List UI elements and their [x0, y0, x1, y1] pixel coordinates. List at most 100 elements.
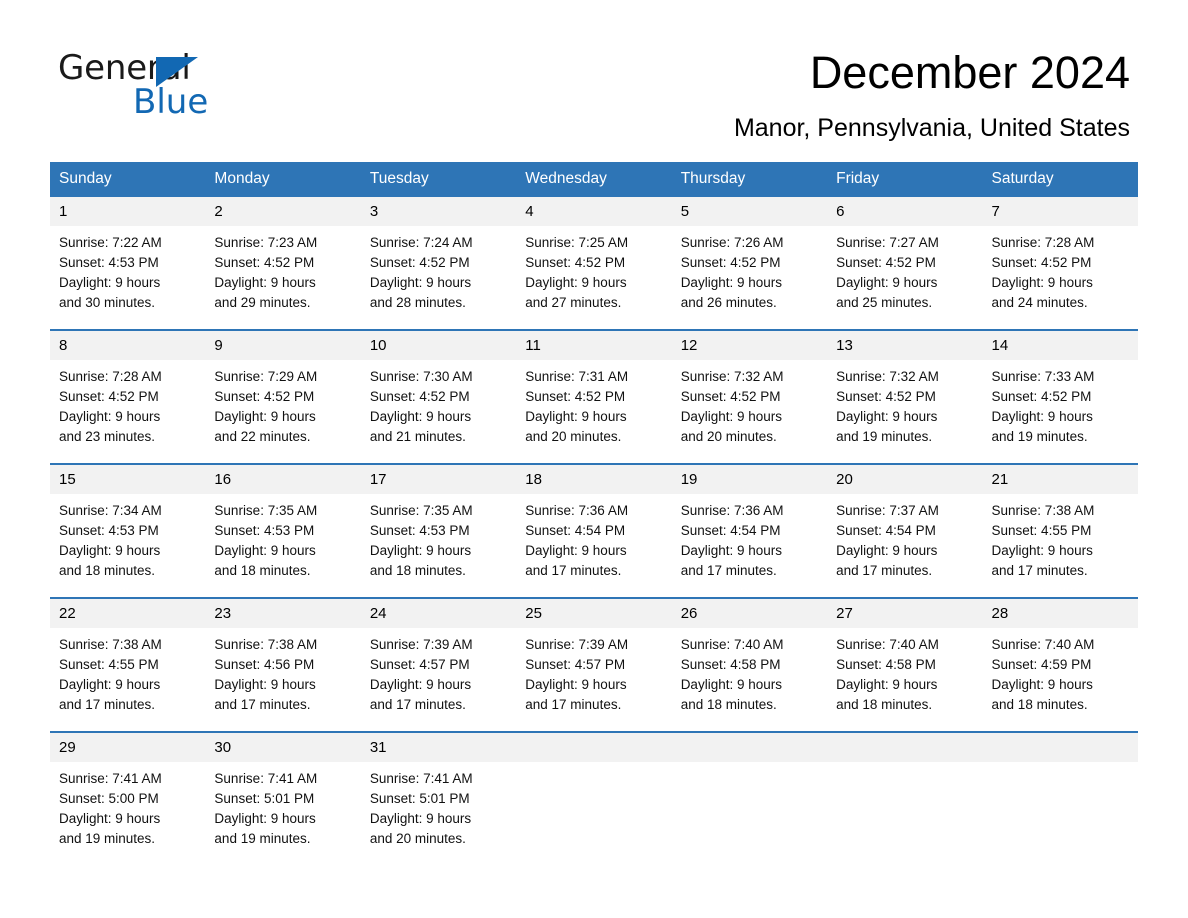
day-number[interactable]: 11 — [516, 328, 672, 360]
day-cell[interactable]: Sunrise: 7:28 AM Sunset: 4:52 PM Dayligh… — [50, 359, 206, 464]
sunrise-text: Sunrise: 7:41 AM — [369, 770, 473, 786]
day-cell[interactable]: Sunrise: 7:27 AM Sunset: 4:52 PM Dayligh… — [827, 225, 983, 330]
day-cell[interactable]: Sunrise: 7:25 AM Sunset: 4:52 PM Dayligh… — [516, 225, 672, 330]
day-cell[interactable]: Sunrise: 7:30 AM Sunset: 4:52 PM Dayligh… — [360, 359, 517, 464]
daylight-text-line2: and 19 minutes. — [991, 428, 1088, 444]
day-number[interactable]: 23 — [205, 596, 361, 628]
day-cell[interactable]: Sunrise: 7:31 AM Sunset: 4:52 PM Dayligh… — [516, 359, 672, 464]
location-subtitle: Manor, Pennsylvania, United States — [733, 113, 1130, 142]
sunrise-text: Sunrise: 7:37 AM — [836, 502, 939, 518]
daylight-text-line1: Daylight: 9 hours — [369, 274, 472, 290]
day-cell[interactable]: Sunrise: 7:38 AM Sunset: 4:56 PM Dayligh… — [205, 627, 361, 732]
day-number[interactable]: 25 — [516, 596, 672, 628]
day-cell[interactable]: Sunrise: 7:35 AM Sunset: 4:53 PM Dayligh… — [205, 493, 361, 598]
day-cell[interactable]: Sunrise: 7:35 AM Sunset: 4:53 PM Dayligh… — [360, 493, 517, 598]
day-number[interactable]: 21 — [982, 462, 1138, 494]
day-cell[interactable]: Sunrise: 7:41 AM Sunset: 5:00 PM Dayligh… — [50, 761, 206, 865]
sunrise-text: Sunrise: 7:28 AM — [59, 368, 162, 384]
calendar-table: Sunday Monday Tuesday Wednesday Thursday… — [50, 161, 1138, 865]
day-number[interactable]: 6 — [827, 196, 983, 226]
day-cell[interactable]: Sunrise: 7:26 AM Sunset: 4:52 PM Dayligh… — [671, 225, 828, 330]
day-number[interactable]: 26 — [671, 596, 828, 628]
day-cell[interactable]: Sunrise: 7:39 AM Sunset: 4:57 PM Dayligh… — [516, 627, 672, 732]
day-cell[interactable]: Sunrise: 7:38 AM Sunset: 4:55 PM Dayligh… — [50, 627, 206, 732]
day-number[interactable]: 14 — [982, 328, 1138, 360]
day-cell[interactable]: Sunrise: 7:39 AM Sunset: 4:57 PM Dayligh… — [360, 627, 517, 732]
daylight-text-line1: Daylight: 9 hours — [680, 274, 782, 290]
day-number[interactable]: 10 — [360, 328, 517, 360]
sunset-text: Sunset: 4:52 PM — [991, 254, 1092, 270]
title-block: December 2024 Manor, Pennsylvania, Unite… — [734, 46, 1130, 143]
day-number[interactable]: 24 — [360, 596, 517, 628]
day-number[interactable]: 17 — [360, 462, 517, 494]
day-cell[interactable]: Sunrise: 7:23 AM Sunset: 4:52 PM Dayligh… — [205, 225, 361, 330]
day-cell[interactable]: Sunrise: 7:34 AM Sunset: 4:53 PM Dayligh… — [50, 493, 206, 598]
week-info-row: Sunrise: 7:22 AM Sunset: 4:53 PM Dayligh… — [50, 225, 1138, 330]
day-number[interactable]: 13 — [827, 328, 983, 360]
day-cell[interactable]: Sunrise: 7:29 AM Sunset: 4:52 PM Dayligh… — [205, 359, 361, 464]
daylight-text-line2: and 19 minutes. — [59, 830, 156, 846]
week-info-row: Sunrise: 7:28 AM Sunset: 4:52 PM Dayligh… — [50, 359, 1138, 464]
sunset-text: Sunset: 4:52 PM — [836, 388, 936, 404]
day-number[interactable]: 7 — [982, 196, 1138, 226]
day-cell[interactable]: Sunrise: 7:36 AM Sunset: 4:54 PM Dayligh… — [516, 493, 672, 598]
day-cell[interactable]: Sunrise: 7:40 AM Sunset: 4:58 PM Dayligh… — [671, 627, 828, 732]
sunrise-text: Sunrise: 7:35 AM — [214, 502, 318, 518]
day-number[interactable]: 20 — [827, 462, 983, 494]
sunset-text: Sunset: 4:53 PM — [369, 522, 470, 538]
day-number[interactable]: 27 — [827, 596, 983, 628]
sunrise-text: Sunrise: 7:29 AM — [214, 368, 318, 384]
day-cell[interactable]: Sunrise: 7:38 AM Sunset: 4:55 PM Dayligh… — [982, 493, 1138, 598]
week-info-row: Sunrise: 7:38 AM Sunset: 4:55 PM Dayligh… — [50, 627, 1138, 732]
daylight-text-line1: Daylight: 9 hours — [991, 676, 1093, 692]
day-number[interactable]: 29 — [50, 730, 206, 762]
sunset-text: Sunset: 5:01 PM — [214, 790, 315, 806]
sunset-text: Sunset: 4:52 PM — [369, 388, 470, 404]
day-number[interactable]: 30 — [205, 730, 361, 762]
day-number[interactable]: 16 — [205, 462, 361, 494]
day-cell[interactable]: Sunrise: 7:22 AM Sunset: 4:53 PM Dayligh… — [50, 225, 206, 330]
day-number[interactable]: 1 — [50, 196, 206, 226]
sunrise-text: Sunrise: 7:41 AM — [214, 770, 318, 786]
day-cell[interactable]: Sunrise: 7:40 AM Sunset: 4:59 PM Dayligh… — [982, 627, 1138, 732]
sunset-text: Sunset: 4:59 PM — [991, 656, 1092, 672]
day-cell[interactable]: Sunrise: 7:37 AM Sunset: 4:54 PM Dayligh… — [827, 493, 983, 598]
day-number[interactable]: 5 — [671, 196, 828, 226]
day-cell[interactable]: Sunrise: 7:32 AM Sunset: 4:52 PM Dayligh… — [827, 359, 983, 464]
daylight-text-line2: and 24 minutes. — [991, 294, 1088, 310]
sunset-text: Sunset: 4:52 PM — [680, 388, 781, 404]
day-cell[interactable]: Sunrise: 7:41 AM Sunset: 5:01 PM Dayligh… — [360, 761, 517, 865]
day-number[interactable]: 18 — [516, 462, 672, 494]
day-cell[interactable]: Sunrise: 7:33 AM Sunset: 4:52 PM Dayligh… — [982, 359, 1138, 464]
sunset-text: Sunset: 4:55 PM — [991, 522, 1092, 538]
day-number[interactable]: 22 — [50, 596, 206, 628]
sunrise-text: Sunrise: 7:26 AM — [680, 234, 784, 250]
sunrise-text: Sunrise: 7:27 AM — [836, 234, 939, 250]
sunrise-text: Sunrise: 7:36 AM — [680, 502, 784, 518]
day-cell[interactable]: Sunrise: 7:28 AM Sunset: 4:52 PM Dayligh… — [982, 225, 1138, 330]
weekday-header-saturday: Saturday — [982, 161, 1138, 197]
day-cell[interactable]: Sunrise: 7:41 AM Sunset: 5:01 PM Dayligh… — [205, 761, 361, 865]
day-number[interactable]: 9 — [205, 328, 361, 360]
day-number[interactable]: 4 — [516, 196, 672, 226]
day-cell[interactable]: Sunrise: 7:32 AM Sunset: 4:52 PM Dayligh… — [671, 359, 828, 464]
day-number[interactable]: 2 — [205, 196, 361, 226]
sunset-text: Sunset: 4:52 PM — [836, 254, 936, 270]
week-daynum-row: 8 9 10 11 12 13 14 — [50, 328, 1138, 360]
daylight-text-line1: Daylight: 9 hours — [525, 408, 627, 424]
day-number[interactable]: 8 — [50, 328, 206, 360]
day-number[interactable]: 3 — [360, 196, 517, 226]
day-cell[interactable]: Sunrise: 7:40 AM Sunset: 4:58 PM Dayligh… — [827, 627, 983, 732]
day-number[interactable]: 31 — [360, 730, 517, 762]
day-number[interactable]: 28 — [982, 596, 1138, 628]
sunrise-text: Sunrise: 7:39 AM — [369, 636, 473, 652]
sunset-text: Sunset: 4:53 PM — [59, 254, 159, 270]
day-cell[interactable]: Sunrise: 7:24 AM Sunset: 4:52 PM Dayligh… — [360, 225, 517, 330]
day-cell[interactable]: Sunrise: 7:36 AM Sunset: 4:54 PM Dayligh… — [671, 493, 828, 598]
day-number[interactable]: 15 — [50, 462, 206, 494]
day-number[interactable]: 12 — [671, 328, 828, 360]
daylight-text-line1: Daylight: 9 hours — [991, 408, 1093, 424]
sunset-text: Sunset: 4:55 PM — [59, 656, 159, 672]
day-number[interactable]: 19 — [671, 462, 828, 494]
week-daynum-row: 29 30 31 — [50, 730, 1138, 762]
